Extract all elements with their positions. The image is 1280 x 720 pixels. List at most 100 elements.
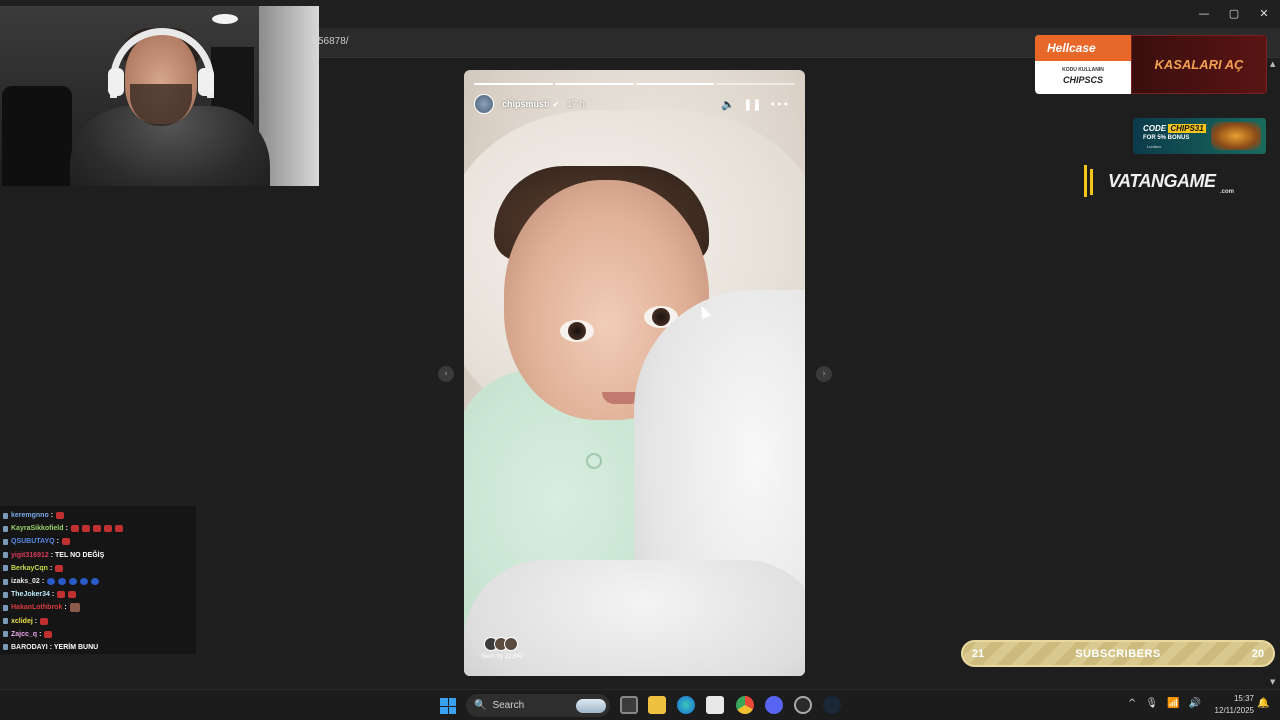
story-next-button[interactable]: › (816, 366, 832, 382)
file-explorer-icon[interactable] (648, 696, 666, 714)
close-button[interactable]: ✕ (1256, 6, 1272, 22)
taskbar-clock[interactable]: 15:37 12/11/2025 (1206, 693, 1254, 717)
chat-overlay: keremgnno: KayraSikkofield: QSUBUTAYQ: yigi… (0, 506, 196, 654)
story-username[interactable]: chipsmusti (502, 99, 550, 109)
emote-icon (69, 578, 78, 586)
search-icon: 🔍 (474, 700, 487, 711)
progress-segment (716, 83, 795, 85)
verified-check-icon: ✔ (552, 99, 560, 109)
chat-username: KayraSikkofield (11, 525, 64, 533)
system-tray: ^ 🎙 📶 🔊 (1128, 698, 1201, 709)
user-badge-icon (3, 618, 8, 625)
task-view-icon[interactable] (620, 696, 638, 714)
wifi-icon[interactable]: 📶 (1167, 698, 1179, 709)
hellcase-code: CHIPSCS (1062, 75, 1103, 85)
url-text[interactable]: 56878/ (318, 36, 349, 47)
user-badge-icon (3, 512, 8, 519)
emote-icon (57, 591, 66, 599)
user-badge-icon (3, 591, 8, 598)
chat-message: QSUBUTAYQ: (0, 535, 196, 548)
microphone-icon[interactable]: 🎙 (1145, 698, 1158, 709)
viewer-avatars[interactable] (484, 637, 518, 651)
hellcase-banner: Hellcase KODU KULLANIN CHIPSCS KASALARI … (1035, 35, 1267, 94)
chat-text: : (65, 525, 68, 533)
volume-icon[interactable]: 🔈 (721, 98, 735, 111)
subscriber-goal-bar: 21 SUBSCRIBERS 20 (961, 640, 1275, 667)
chat-text: : (51, 591, 55, 599)
chat-message: izaks_02: (0, 575, 196, 588)
chat-message: keremgnno: (0, 509, 196, 522)
notification-icon[interactable]: 🔔 (1257, 698, 1269, 709)
promo-code-prefix: CODE (1143, 124, 1167, 133)
clock-time: 15:37 (1233, 694, 1254, 703)
scroll-down-icon[interactable]: ▼ (1270, 678, 1275, 686)
search-placeholder: Search (492, 700, 525, 711)
start-button[interactable] (440, 698, 456, 714)
chat-username: HakanLothbrok (11, 604, 63, 612)
store-icon[interactable] (706, 696, 724, 714)
story-prev-button[interactable]: ‹ (438, 366, 454, 382)
vatangame-logo: VATANGAME .com (1080, 165, 1250, 199)
chat-username: BARODAYI (11, 643, 48, 651)
chat-message: BARODAYI: YERİM BUNU (0, 641, 196, 654)
user-badge-icon (3, 538, 8, 545)
chat-message: KayraSikkofield: (0, 522, 196, 535)
chat-message: TheJoker34: (0, 588, 196, 601)
emote-icon (69, 603, 80, 613)
user-badge-icon (3, 565, 8, 572)
subs-goal: 20 (1251, 647, 1265, 660)
emote-icon (55, 564, 64, 572)
webcam-overlay (0, 6, 319, 186)
emote-icon (103, 525, 112, 533)
scroll-up-icon[interactable]: ▲ (1270, 60, 1275, 68)
pause-icon[interactable]: ❚❚ (743, 98, 761, 111)
chat-text: : YERİM BUNU (49, 643, 99, 651)
tray-chevron-icon[interactable]: ^ (1128, 698, 1136, 709)
emote-icon (92, 525, 101, 533)
chrome-icon[interactable] (736, 696, 754, 714)
story-timestamp: 17 h (567, 99, 585, 109)
chat-message: HakanLothbrok: (0, 601, 196, 614)
user-badge-icon (3, 631, 8, 638)
app-icon[interactable] (794, 696, 812, 714)
maximize-button[interactable]: ▢ (1226, 6, 1242, 22)
desktop-screen: — ▢ ✕ 56878/ ▲ ▼ ‹ › chipsmusti ✔ 17 h 🔈… (0, 0, 1280, 720)
emote-icon (91, 578, 100, 586)
chat-username: yigit316912 (11, 551, 49, 559)
volume-icon[interactable]: 🔊 (1189, 698, 1201, 709)
chat-text: : (56, 538, 59, 546)
chat-text: : (39, 630, 42, 638)
chat-username: TheJoker34 (11, 591, 50, 599)
user-badge-icon (3, 604, 8, 611)
weather-icon[interactable] (576, 698, 606, 713)
promo-brand: Lootbox (1147, 144, 1162, 149)
user-badge-icon (3, 525, 8, 532)
minimize-button[interactable]: — (1196, 6, 1212, 22)
story-viewer[interactable]: chipsmusti ✔ 17 h 🔈 ❚❚ ••• Seen by 22,64… (464, 70, 805, 676)
story-progress-bar (474, 83, 795, 85)
chat-username: keremgnno (11, 512, 49, 520)
emote-icon (68, 591, 77, 599)
progress-segment (635, 83, 715, 85)
subs-current: 21 (971, 647, 985, 660)
chat-message: yigit316912: TEL NO DEĞİŞ (0, 549, 196, 562)
avatar[interactable] (474, 94, 494, 114)
chat-username: Zajcc_q (11, 630, 38, 638)
emote-icon (44, 630, 53, 638)
chat-text: : (49, 564, 53, 572)
emote-icon (58, 578, 67, 586)
edge-icon[interactable] (677, 696, 695, 714)
chat-text: : TEL NO DEĞİŞ (50, 551, 105, 559)
promo-bonus: FOR 5% BONUS (1143, 135, 1190, 141)
hellcase-cta: KASALARI AÇ (1131, 35, 1267, 94)
discord-icon[interactable] (765, 696, 783, 714)
more-options-icon[interactable]: ••• (770, 98, 789, 111)
chat-username: BerkayCqn (11, 564, 48, 572)
emote-icon (70, 525, 79, 533)
emote-icon (114, 525, 123, 533)
seen-by-count[interactable]: Seen by 22,642 (481, 654, 523, 660)
emote-icon (56, 512, 65, 520)
lootbox-promo-banner: CODE CHIPS31 FOR 5% BONUS Lootbox (1133, 118, 1266, 154)
taskbar-search[interactable]: 🔍 Search (466, 694, 610, 717)
steam-icon[interactable] (823, 696, 841, 714)
